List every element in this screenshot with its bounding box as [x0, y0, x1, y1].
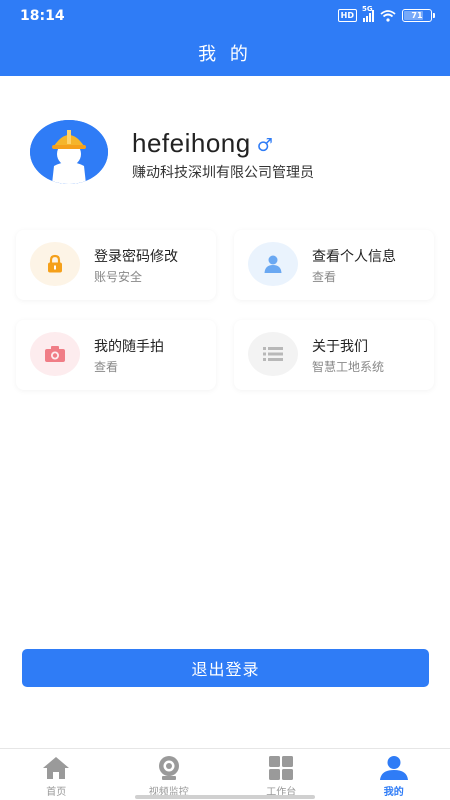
- hd-icon: HD: [337, 9, 357, 22]
- about-us-card[interactable]: 关于我们 智慧工地系统: [234, 320, 434, 390]
- tab-home[interactable]: 首页: [0, 749, 113, 800]
- card-subtitle: 查看: [312, 270, 337, 284]
- battery-level: 71: [411, 11, 423, 20]
- home-icon: [43, 757, 70, 779]
- list-icon-badge: [248, 332, 298, 376]
- card-title: 查看个人信息: [312, 249, 396, 265]
- tab-mine[interactable]: 我的: [338, 749, 450, 800]
- webcam-icon: [158, 756, 179, 780]
- logout-button[interactable]: 退出登录: [22, 649, 429, 687]
- person-icon: [264, 255, 282, 273]
- tab-workbench[interactable]: 工作台: [225, 749, 338, 800]
- person-icon-badge: [248, 242, 298, 286]
- page-title: 我 的: [198, 44, 252, 65]
- username: hefeihong: [132, 128, 251, 158]
- card-title: 关于我们: [312, 339, 368, 355]
- grid-icon: [269, 756, 294, 780]
- worker-avatar-icon: [30, 120, 108, 184]
- list-icon: [263, 347, 283, 361]
- lock-icon-badge: [30, 242, 80, 286]
- tab-label: 首页: [46, 787, 67, 798]
- card-subtitle: 查看: [94, 360, 119, 374]
- user-icon: [379, 756, 408, 780]
- change-password-card[interactable]: 登录密码修改 账号安全: [16, 230, 216, 300]
- status-bar: 18:14 HD 5G 71: [0, 0, 450, 34]
- card-subtitle: 智慧工地系统: [312, 360, 385, 374]
- camera-icon: [45, 346, 65, 362]
- avatar[interactable]: [30, 120, 108, 184]
- signal-icon: 5G: [362, 5, 374, 22]
- snapshot-card[interactable]: 我的随手拍 查看: [16, 320, 216, 390]
- card-subtitle: 账号安全: [94, 270, 143, 284]
- bottom-tab-bar: 首页 视频监控 工作台 我的: [0, 748, 450, 800]
- male-icon: ♂: [256, 135, 273, 156]
- header-bar: 18:14 HD 5G 71 我 的: [0, 0, 450, 76]
- company-role: 赚动科技深圳有限公司管理员: [132, 165, 314, 181]
- camera-icon-badge: [30, 332, 80, 376]
- card-title: 我的随手拍: [94, 339, 164, 355]
- profile-section: hefeihong ♂ 赚动科技深圳有限公司管理员: [30, 120, 430, 184]
- home-indicator: [135, 795, 315, 799]
- lock-icon: [48, 254, 62, 273]
- card-title: 登录密码修改: [94, 249, 178, 265]
- wifi-icon: [380, 9, 396, 22]
- tab-label: 我的: [383, 787, 404, 798]
- status-icons: HD 5G 71: [337, 5, 435, 22]
- username-row: hefeihong ♂: [132, 128, 273, 159]
- tab-video-monitor[interactable]: 视频监控: [113, 749, 226, 800]
- battery-icon: 71: [402, 9, 435, 22]
- status-time: 18:14: [20, 8, 65, 24]
- view-profile-card[interactable]: 查看个人信息 查看: [234, 230, 434, 300]
- network-type: 5G: [362, 4, 373, 13]
